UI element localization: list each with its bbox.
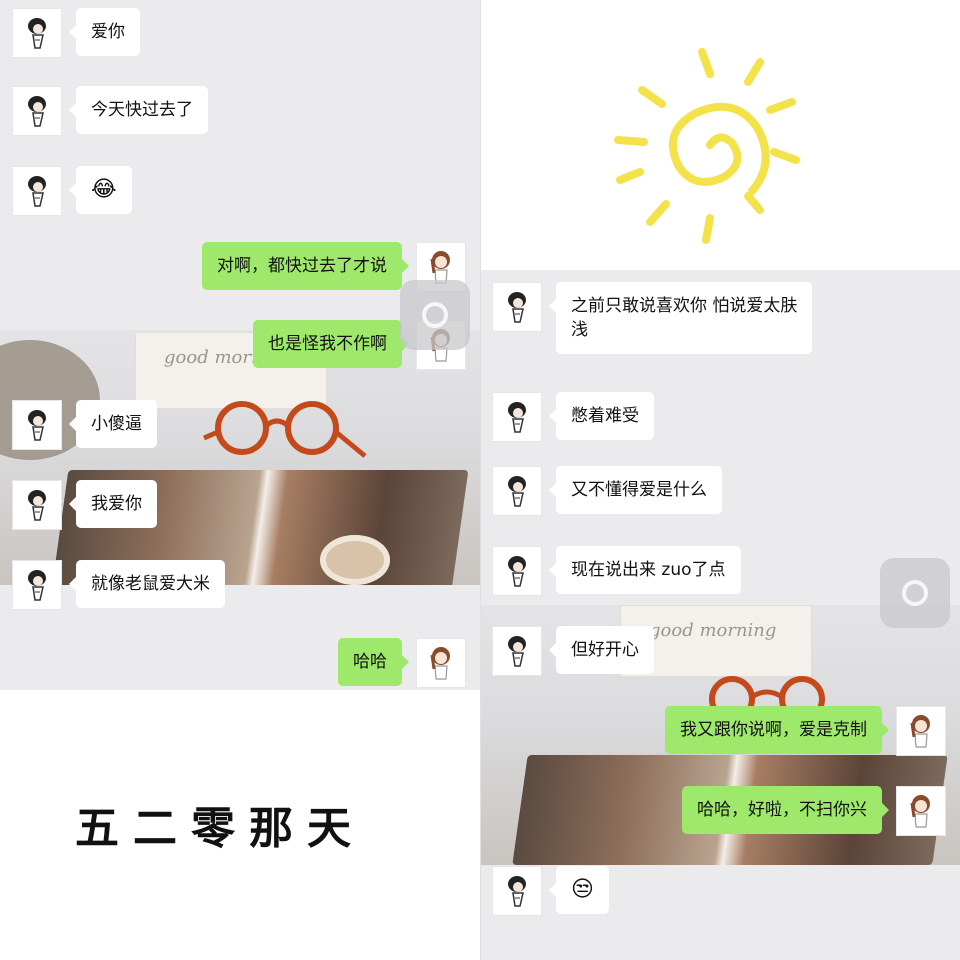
photo-cup xyxy=(320,535,390,585)
message-bubble[interactable]: 我爱你 xyxy=(69,480,157,528)
assistive-touch-icon[interactable] xyxy=(400,280,470,350)
message-bubble[interactable]: 但好开心 xyxy=(549,626,654,674)
glasses-image xyxy=(203,401,367,458)
message-bubble[interactable]: 哈哈，好啦，不扫你兴 xyxy=(682,786,889,834)
message-sent: 哈哈 xyxy=(338,638,466,688)
message-bubble[interactable]: 现在说出来 zuo了点 xyxy=(549,546,741,594)
boy-avatar-icon[interactable] xyxy=(12,8,62,58)
message-bubble[interactable]: 今天快过去了 xyxy=(69,86,208,134)
sun-doodle-icon xyxy=(614,48,800,244)
message-bubble[interactable]: 小傻逼 xyxy=(69,400,157,448)
message-bubble[interactable]: 哈哈 xyxy=(338,638,409,686)
boy-avatar-icon[interactable] xyxy=(492,546,542,596)
right-chat-panel: good morning 之前只敢说喜欢你 怕说爱太肤 浅憋着难受又不懂得爱是什… xyxy=(480,270,960,960)
message-sent: 哈哈，好啦，不扫你兴 xyxy=(682,786,946,836)
message-received: 😒 xyxy=(492,866,609,916)
boy-avatar-icon[interactable] xyxy=(492,866,542,916)
caption-text: 五二零那天 xyxy=(75,803,365,854)
girl-avatar-icon[interactable] xyxy=(896,706,946,756)
photo-card-text: good morning xyxy=(649,620,777,641)
girl-avatar-icon[interactable] xyxy=(416,638,466,688)
message-bubble[interactable]: 我又跟你说啊，爱是克制 xyxy=(665,706,889,754)
message-bubble[interactable]: 对啊，都快过去了才说 xyxy=(202,242,409,290)
message-received: 之前只敢说喜欢你 怕说爱太肤 浅 xyxy=(492,282,813,354)
message-bubble[interactable]: 之前只敢说喜欢你 怕说爱太肤 浅 xyxy=(548,282,813,354)
message-bubble[interactable]: 也是怪我不作啊 xyxy=(253,320,409,368)
message-bubble[interactable]: 爱你 xyxy=(69,8,140,56)
boy-avatar-icon[interactable] xyxy=(492,466,542,516)
message-received: 今天快过去了 xyxy=(12,86,208,136)
message-received: 憋着难受 xyxy=(492,392,654,442)
message-received: 现在说出来 zuo了点 xyxy=(492,546,741,596)
message-received: 就像老鼠爱大米 xyxy=(12,560,225,610)
message-bubble[interactable]: 😂 xyxy=(69,166,132,214)
boy-avatar-icon[interactable] xyxy=(12,560,62,610)
message-bubble[interactable]: 憋着难受 xyxy=(549,392,654,440)
message-received: 但好开心 xyxy=(492,626,654,676)
panel-divider xyxy=(480,0,481,960)
boy-avatar-icon[interactable] xyxy=(12,480,62,530)
message-sent: 我又跟你说啊，爱是克制 xyxy=(665,706,946,756)
message-bubble[interactable]: 就像老鼠爱大米 xyxy=(69,560,225,608)
message-received: 又不懂得爱是什么 xyxy=(492,466,722,516)
boy-avatar-icon[interactable] xyxy=(12,166,62,216)
assistive-touch-icon[interactable] xyxy=(880,558,950,628)
message-received: 爱你 xyxy=(12,8,140,58)
message-received: 😂 xyxy=(12,166,132,216)
boy-avatar-icon[interactable] xyxy=(492,626,542,676)
left-chat-panel: good morning 爱你 今天快过去了 😂 对啊，都快过去了才说 也是怪我不作啊小… xyxy=(0,0,480,690)
boy-avatar-icon[interactable] xyxy=(492,282,542,332)
message-bubble[interactable]: 又不懂得爱是什么 xyxy=(549,466,722,514)
message-received: 小傻逼 xyxy=(12,400,157,450)
message-bubble[interactable]: 😒 xyxy=(549,866,609,914)
boy-avatar-icon[interactable] xyxy=(12,86,62,136)
boy-avatar-icon[interactable] xyxy=(12,400,62,450)
girl-avatar-icon[interactable] xyxy=(896,786,946,836)
message-received: 我爱你 xyxy=(12,480,157,530)
boy-avatar-icon[interactable] xyxy=(492,392,542,442)
sun-panel xyxy=(480,0,960,270)
